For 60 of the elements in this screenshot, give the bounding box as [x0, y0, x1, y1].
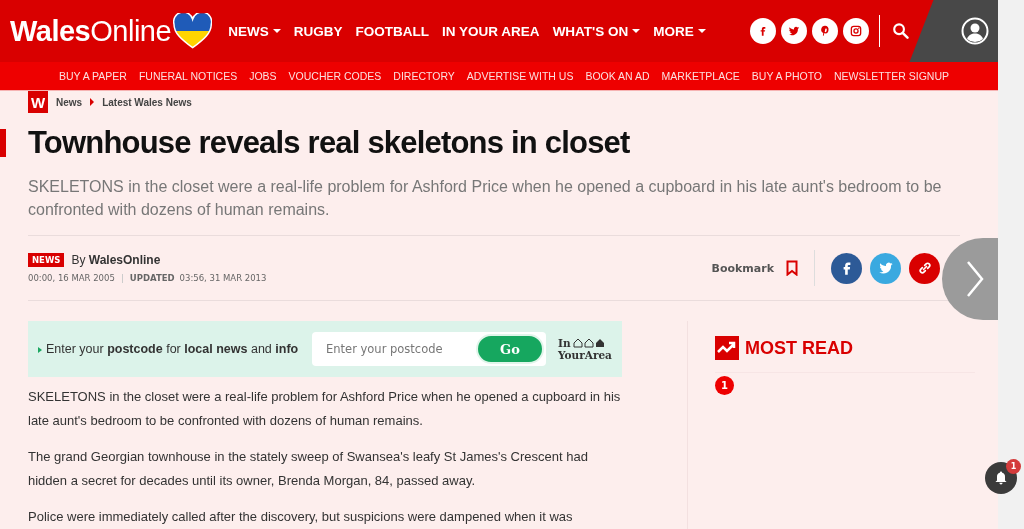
search-icon[interactable] — [891, 22, 910, 40]
chevron-right-icon — [965, 259, 985, 299]
link-share-icon[interactable] — [909, 252, 940, 284]
twitter-share-icon[interactable] — [870, 252, 901, 284]
nav-link[interactable]: MORE — [653, 23, 706, 39]
updated-label: UPDATED — [129, 273, 175, 283]
breadcrumb-link[interactable]: News — [56, 96, 83, 108]
inyourarea-logo[interactable]: In YourArea — [558, 337, 612, 361]
postcode-field[interactable]: Enter your postcode Go — [312, 332, 546, 366]
logo-text: YourArea — [558, 349, 612, 361]
postcode-prompt: Enter your postcode for local news and info — [46, 342, 299, 356]
secondary-nav-link[interactable]: BOOK AN AD — [585, 70, 650, 82]
updated-date: 03:56, 31 MAR 2013 — [179, 273, 267, 283]
article-paragraph: Police were immediately called after the discovery, but suspicions were dampened when it was — [28, 508, 574, 526]
nav-link[interactable]: IN YOUR AREA — [442, 23, 540, 39]
publish-date: 00:00, 16 MAR 2005 — [28, 273, 115, 283]
pinterest-icon[interactable] — [811, 18, 838, 44]
caret-icon — [697, 29, 706, 33]
heart-icon — [173, 13, 213, 49]
bell-icon — [993, 470, 1009, 486]
article-paragraph: The grand Georgian townhouse in the stately sweep of Swansea's leafy St James's Crescent had hidden a secret for decades until its owner, Brenda Morgan, 84, passed away. — [28, 448, 589, 490]
nav-link[interactable]: NEWS — [228, 23, 281, 39]
site-logo-mark[interactable]: W — [28, 91, 48, 113]
rank-badge: 1 — [714, 376, 734, 395]
secondary-nav-link[interactable]: VOUCHER CODES — [288, 70, 382, 82]
user-icon[interactable] — [961, 17, 989, 45]
instagram-icon[interactable] — [842, 18, 869, 44]
go-button[interactable]: Go — [476, 334, 544, 364]
article-standfirst: SKELETONS in the closet were a real-life problem for Ashford Price when he opened a cupboard in his late aunt's bedroom to be confronted with dozens of human remains. — [28, 177, 943, 220]
breadcrumb-arrow-icon — [90, 98, 95, 106]
secondary-nav-link[interactable]: BUY A PHOTO — [751, 70, 823, 82]
logo-text: In — [558, 337, 571, 349]
nav-link[interactable]: RUGBY — [293, 23, 343, 39]
bookmark-button[interactable]: Bookmark — [711, 260, 798, 276]
secondary-nav-link[interactable]: FUNERAL NOTICES — [138, 70, 238, 82]
twitter-icon[interactable] — [780, 18, 807, 44]
facebook-icon[interactable] — [749, 18, 776, 44]
bullet-arrow-icon — [38, 346, 42, 353]
secondary-nav-link[interactable]: MARKETPLACE — [661, 70, 740, 82]
nav-link[interactable]: WHAT'S ON — [552, 23, 641, 39]
caret-icon — [272, 29, 281, 33]
section-heading: MOST READ — [744, 337, 853, 359]
trending-icon — [714, 336, 739, 360]
article-title: Townhouse reveals real skeletons in closet — [28, 124, 630, 162]
bookmark-icon — [786, 260, 798, 276]
site-logo[interactable]: WalesOnline — [10, 14, 172, 48]
category-tag[interactable]: NEWS — [28, 253, 65, 267]
secondary-nav-link[interactable]: ADVERTISE WITH US — [466, 70, 574, 82]
secondary-nav-link[interactable]: NEWSLETTER SIGNUP — [834, 70, 949, 82]
nav-link[interactable]: FOOTBALL — [355, 23, 430, 39]
secondary-nav-link[interactable]: BUY A PAPER — [59, 70, 127, 82]
houses-icon — [572, 338, 605, 348]
secondary-nav-link[interactable]: DIRECTORY — [393, 70, 455, 82]
accent-bar — [0, 129, 6, 157]
facebook-share-icon[interactable] — [831, 252, 862, 284]
caret-icon — [632, 29, 641, 33]
breadcrumb-link[interactable]: Latest Wales News — [102, 96, 192, 108]
author-byline: By WalesOnline — [71, 253, 161, 267]
secondary-nav-link[interactable]: JOBS — [249, 70, 277, 82]
article-paragraph: SKELETONS in the closet were a real-life problem for Ashford Price when he opened a cupboard in his late aunt's bedroom to be confronted with dozens of human remains. — [28, 388, 622, 430]
